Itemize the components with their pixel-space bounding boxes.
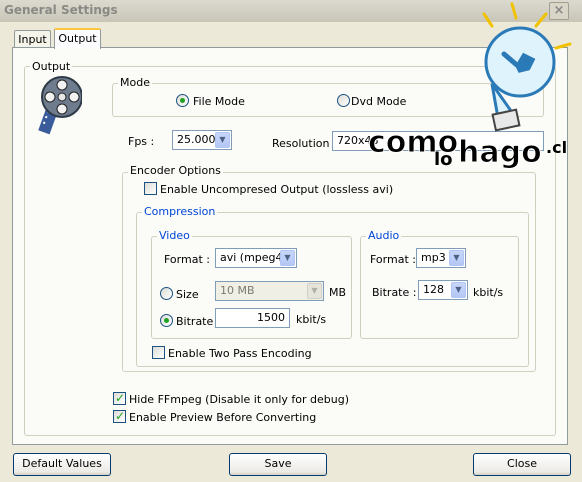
comolohago-logo: como lo hago .cl	[368, 2, 572, 171]
chevron-down-icon: ▼	[307, 283, 322, 299]
file-mode-radio[interactable]	[176, 94, 189, 107]
fps-value: 25.000	[177, 133, 216, 146]
mode-group-legend: Mode	[118, 76, 152, 89]
two-pass-checkbox[interactable]	[152, 346, 165, 359]
dvd-mode-radio[interactable]	[337, 94, 350, 107]
audio-bitrate-value: 128	[423, 283, 444, 296]
fps-label: Fps :	[128, 135, 155, 148]
video-format-select[interactable]: avi (mpeg4) ▼	[215, 248, 297, 268]
video-bitrate-input[interactable]: 1500	[215, 308, 290, 328]
enable-preview-checkbox[interactable]	[113, 409, 126, 423]
audio-format-select[interactable]: mp3 ▼	[416, 248, 466, 268]
hide-ffmpeg-checkbox[interactable]	[113, 391, 126, 405]
uncompressed-output-label: Enable Uncompresed Output (lossless avi)	[160, 183, 394, 196]
video-legend: Video	[157, 229, 192, 242]
chevron-down-icon: ▼	[215, 132, 230, 148]
resolution-label: Resolution :	[272, 137, 337, 150]
logo-word-hago: hago	[458, 135, 542, 170]
video-format-label: Format :	[164, 253, 210, 266]
video-size-value: 10 MB	[220, 284, 255, 297]
video-bitrate-label: Bitrate	[176, 315, 214, 328]
audio-format-value: mp3	[421, 251, 446, 264]
audio-legend: Audio	[366, 229, 402, 242]
chevron-down-icon: ▼	[280, 250, 295, 266]
video-size-label: Size	[176, 288, 199, 301]
file-mode-label: File Mode	[193, 95, 245, 108]
fps-select[interactable]: 25.000 ▼	[172, 130, 232, 150]
hide-ffmpeg-label: Hide FFmpeg (Disable it only for debug)	[129, 393, 349, 406]
chevron-down-icon: ▼	[451, 282, 466, 298]
enable-preview-label: Enable Preview Before Converting	[129, 411, 317, 424]
encoder-options-legend: Encoder Options	[128, 164, 223, 177]
tab-output[interactable]: Output	[54, 28, 101, 49]
video-size-radio[interactable]	[160, 287, 173, 300]
two-pass-label: Enable Two Pass Encoding	[168, 347, 312, 360]
film-reel-icon	[38, 76, 82, 135]
logo-word-lo: lo	[434, 149, 453, 170]
video-size-select[interactable]: 10 MB ▼	[215, 281, 324, 301]
audio-format-label: Format :	[370, 253, 416, 266]
close-button[interactable]: Close	[473, 453, 571, 476]
logo-suffix: .cl	[546, 138, 567, 157]
compression-legend: Compression	[142, 205, 218, 218]
audio-bitrate-unit: kbit/s	[473, 286, 504, 299]
video-format-value: avi (mpeg4)	[220, 251, 287, 264]
chevron-down-icon: ▼	[449, 250, 464, 266]
window-title: General Settings	[4, 3, 118, 17]
video-bitrate-radio[interactable]	[160, 314, 173, 327]
audio-bitrate-select[interactable]: 128 ▼	[418, 280, 468, 300]
audio-bitrate-label: Bitrate :	[372, 286, 417, 299]
default-values-button[interactable]: Default Values	[13, 453, 111, 476]
uncompressed-output-checkbox[interactable]	[144, 182, 157, 195]
output-group-legend: Output	[30, 60, 73, 73]
video-bitrate-unit: kbit/s	[296, 313, 327, 326]
save-button[interactable]: Save	[229, 453, 327, 476]
video-size-unit: MB	[329, 286, 347, 299]
